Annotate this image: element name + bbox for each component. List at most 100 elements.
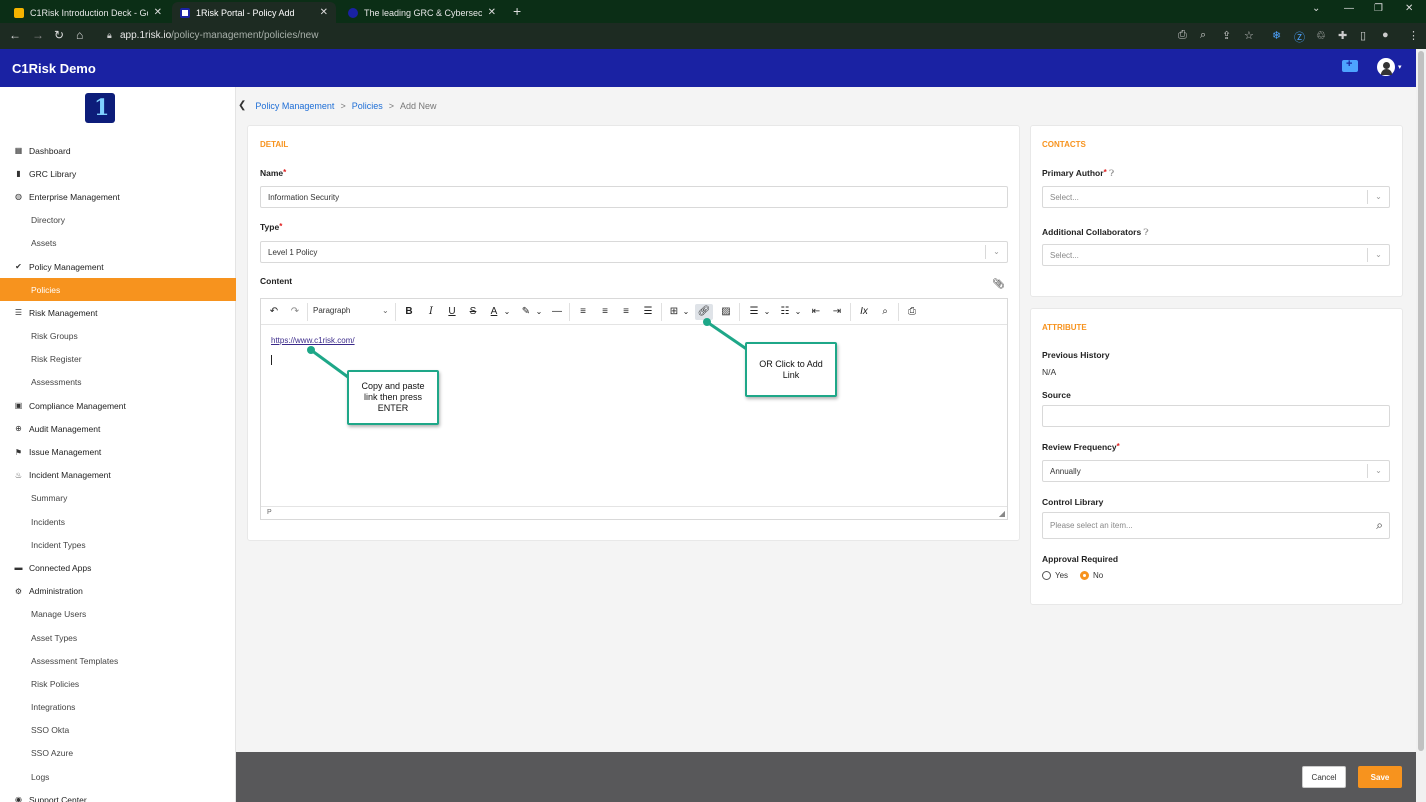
new-tab-icon[interactable]: + (513, 3, 521, 19)
strikethrough-icon[interactable]: S (466, 304, 480, 320)
sidebar-item-logs[interactable]: Logs (0, 765, 236, 788)
sidebar-item-asset-types[interactable]: Asset Types (0, 626, 236, 649)
sidebar-item-sso-azure[interactable]: SSO Azure (0, 742, 236, 765)
sidebar-item-issue-management[interactable]: ⚑ Issue Management (0, 440, 236, 463)
search-icon[interactable]: ⌕ (878, 304, 892, 320)
redo-icon[interactable]: ↷ (288, 304, 302, 320)
sidebar-item-audit-management[interactable]: ⊕ Audit Management (0, 417, 236, 440)
browser-tab[interactable]: The leading GRC & Cybersecurity ✕ (340, 2, 504, 23)
sidebar-item-policies[interactable]: Policies (0, 278, 236, 302)
url-field[interactable]: app.1risk.io/policy-management/policies/… (120, 30, 318, 41)
underline-icon[interactable]: U (445, 304, 459, 320)
sidebar-item-enterprise-management[interactable]: ◍ Enterprise Management (0, 185, 236, 208)
chevron-down-icon[interactable]: ⌄ (794, 304, 802, 320)
sidebar-item-assets[interactable]: Assets (0, 232, 236, 255)
numbered-list-icon[interactable]: ☷ (778, 304, 792, 320)
bold-icon[interactable]: B (402, 304, 416, 320)
radio-selected-icon[interactable] (1080, 571, 1089, 580)
indent-icon[interactable]: ⇥ (830, 304, 844, 320)
chevron-down-icon[interactable]: ⌄ (1367, 248, 1389, 262)
minimize-icon[interactable]: — (1344, 3, 1354, 14)
breadcrumb-policy-management[interactable]: Policy Management (255, 101, 334, 111)
chevron-down-icon[interactable]: ⌄ (763, 304, 771, 320)
forward-arrow-icon[interactable]: → (32, 28, 44, 42)
editor-hyperlink[interactable]: https://www.c1risk.com/ (271, 336, 355, 345)
sidebar-item-support-center[interactable]: ◉ Support Center (0, 788, 236, 802)
caret-down-icon[interactable]: ▾ (1398, 63, 1402, 71)
chevron-down-icon[interactable]: ⌄ (1312, 3, 1320, 14)
approval-no-radio[interactable]: No (1080, 571, 1103, 580)
extension-recycle-icon[interactable]: ♲ (1316, 29, 1326, 42)
sidebar-item-incident-management[interactable]: ♨ Incident Management (0, 464, 236, 487)
image-icon[interactable]: ▨ (719, 304, 733, 320)
sidebar-item-incident-types[interactable]: Incident Types (0, 533, 236, 556)
sidebar-item-assessment-templates[interactable]: Assessment Templates (0, 649, 236, 672)
undo-icon[interactable]: ↶ (267, 304, 281, 320)
control-library-input[interactable]: Please select an item... ⌕ (1042, 512, 1390, 539)
chevron-down-icon[interactable]: ⌄ (682, 304, 690, 320)
scrollbar-thumb[interactable] (1418, 51, 1424, 751)
help-icon[interactable]: ❓︎ (1109, 168, 1114, 178)
block-format-select[interactable]: Paragraph (313, 306, 350, 315)
bullet-list-icon[interactable]: ☰ (747, 304, 761, 320)
sidebar-item-directory[interactable]: Directory (0, 209, 236, 232)
primary-author-select[interactable]: Select... ⌄ (1042, 186, 1390, 208)
collaborators-select[interactable]: Select... ⌄ (1042, 244, 1390, 266)
sidebar-item-dashboard[interactable]: ▦ Dashboard (0, 139, 236, 162)
page-scrollbar[interactable] (1416, 49, 1426, 802)
horizontal-line-icon[interactable]: — (550, 304, 564, 320)
sidebar-item-risk-policies[interactable]: Risk Policies (0, 672, 236, 695)
radio-circle-icon[interactable] (1042, 571, 1051, 580)
lock-icon[interactable]: 🔒︎ (107, 30, 112, 41)
sidebar-item-incidents[interactable]: Incidents (0, 510, 236, 533)
text-color-icon[interactable]: A (487, 304, 501, 320)
help-icon[interactable]: ❓︎ (1144, 227, 1149, 237)
zoom-icon[interactable]: ⌕ (1200, 29, 1206, 42)
sidebar-item-assessments[interactable]: Assessments (0, 371, 236, 394)
print-icon[interactable]: ⎙ (905, 304, 919, 320)
sidebar-item-sso-okta[interactable]: SSO Okta (0, 719, 236, 742)
install-app-icon[interactable]: ⎙ (1178, 29, 1187, 42)
sidebar-item-compliance-management[interactable]: ▣ Compliance Management (0, 394, 236, 417)
outdent-icon[interactable]: ⇤ (809, 304, 823, 320)
sidebar-item-connected-apps[interactable]: ▬ Connected Apps (0, 556, 236, 579)
resize-handle-icon[interactable]: ◢ (999, 509, 1005, 518)
chevron-down-icon[interactable]: ⌄ (1367, 190, 1389, 204)
browser-tab-active[interactable]: 1Risk Portal - Policy Add ✕ (172, 2, 336, 23)
align-justify-icon[interactable]: ☰ (641, 304, 655, 320)
puzzle-icon[interactable]: ✚ (1338, 29, 1347, 42)
clear-formatting-icon[interactable]: Ix (857, 304, 871, 320)
sidebar-item-policy-management[interactable]: ✔ Policy Management (0, 255, 236, 278)
extension-z-icon[interactable]: Ⓩ (1294, 29, 1305, 45)
align-right-icon[interactable]: ≡ (619, 304, 633, 320)
sidebar-item-risk-register[interactable]: Risk Register (0, 348, 236, 371)
home-icon[interactable]: ⌂ (76, 28, 83, 42)
approval-yes-radio[interactable]: Yes (1042, 571, 1068, 580)
zoom-search-icon[interactable]: ⌕ (1376, 518, 1383, 533)
sidebar-item-integrations[interactable]: Integrations (0, 696, 236, 719)
align-center-icon[interactable]: ≡ (598, 304, 612, 320)
profile-icon[interactable]: ● (1382, 29, 1389, 41)
type-select[interactable]: Level 1 Policy ⌄ (260, 241, 1008, 263)
kebab-menu-icon[interactable]: ⋮ (1408, 29, 1419, 42)
back-arrow-icon[interactable]: ← (9, 28, 21, 42)
breadcrumb-policies[interactable]: Policies (352, 101, 383, 111)
close-icon[interactable]: ✕ (488, 7, 496, 18)
align-left-icon[interactable]: ≡ (576, 304, 590, 320)
window-close-icon[interactable]: ✕ (1405, 3, 1413, 14)
extension-icon[interactable]: ❄ (1272, 29, 1281, 42)
sidebar-item-grc-library[interactable]: ▮ GRC Library (0, 162, 236, 185)
sidebar-item-risk-management[interactable]: ☰ Risk Management (0, 301, 236, 324)
source-input[interactable] (1042, 405, 1390, 427)
restore-icon[interactable]: ❐ (1374, 3, 1383, 14)
save-button[interactable]: Save (1358, 766, 1402, 788)
c1risk-logo[interactable] (85, 93, 115, 123)
reload-icon[interactable]: ↻ (54, 28, 64, 42)
review-frequency-select[interactable]: Annually ⌄ (1042, 460, 1390, 482)
add-folder-icon[interactable] (1342, 58, 1358, 72)
sidebar-item-manage-users[interactable]: Manage Users (0, 603, 236, 626)
close-icon[interactable]: ✕ (320, 7, 328, 18)
highlight-icon[interactable]: ✎ (519, 304, 533, 320)
sidebar-item-summary[interactable]: Summary (0, 487, 236, 510)
table-icon[interactable]: ⊞ (667, 304, 681, 320)
